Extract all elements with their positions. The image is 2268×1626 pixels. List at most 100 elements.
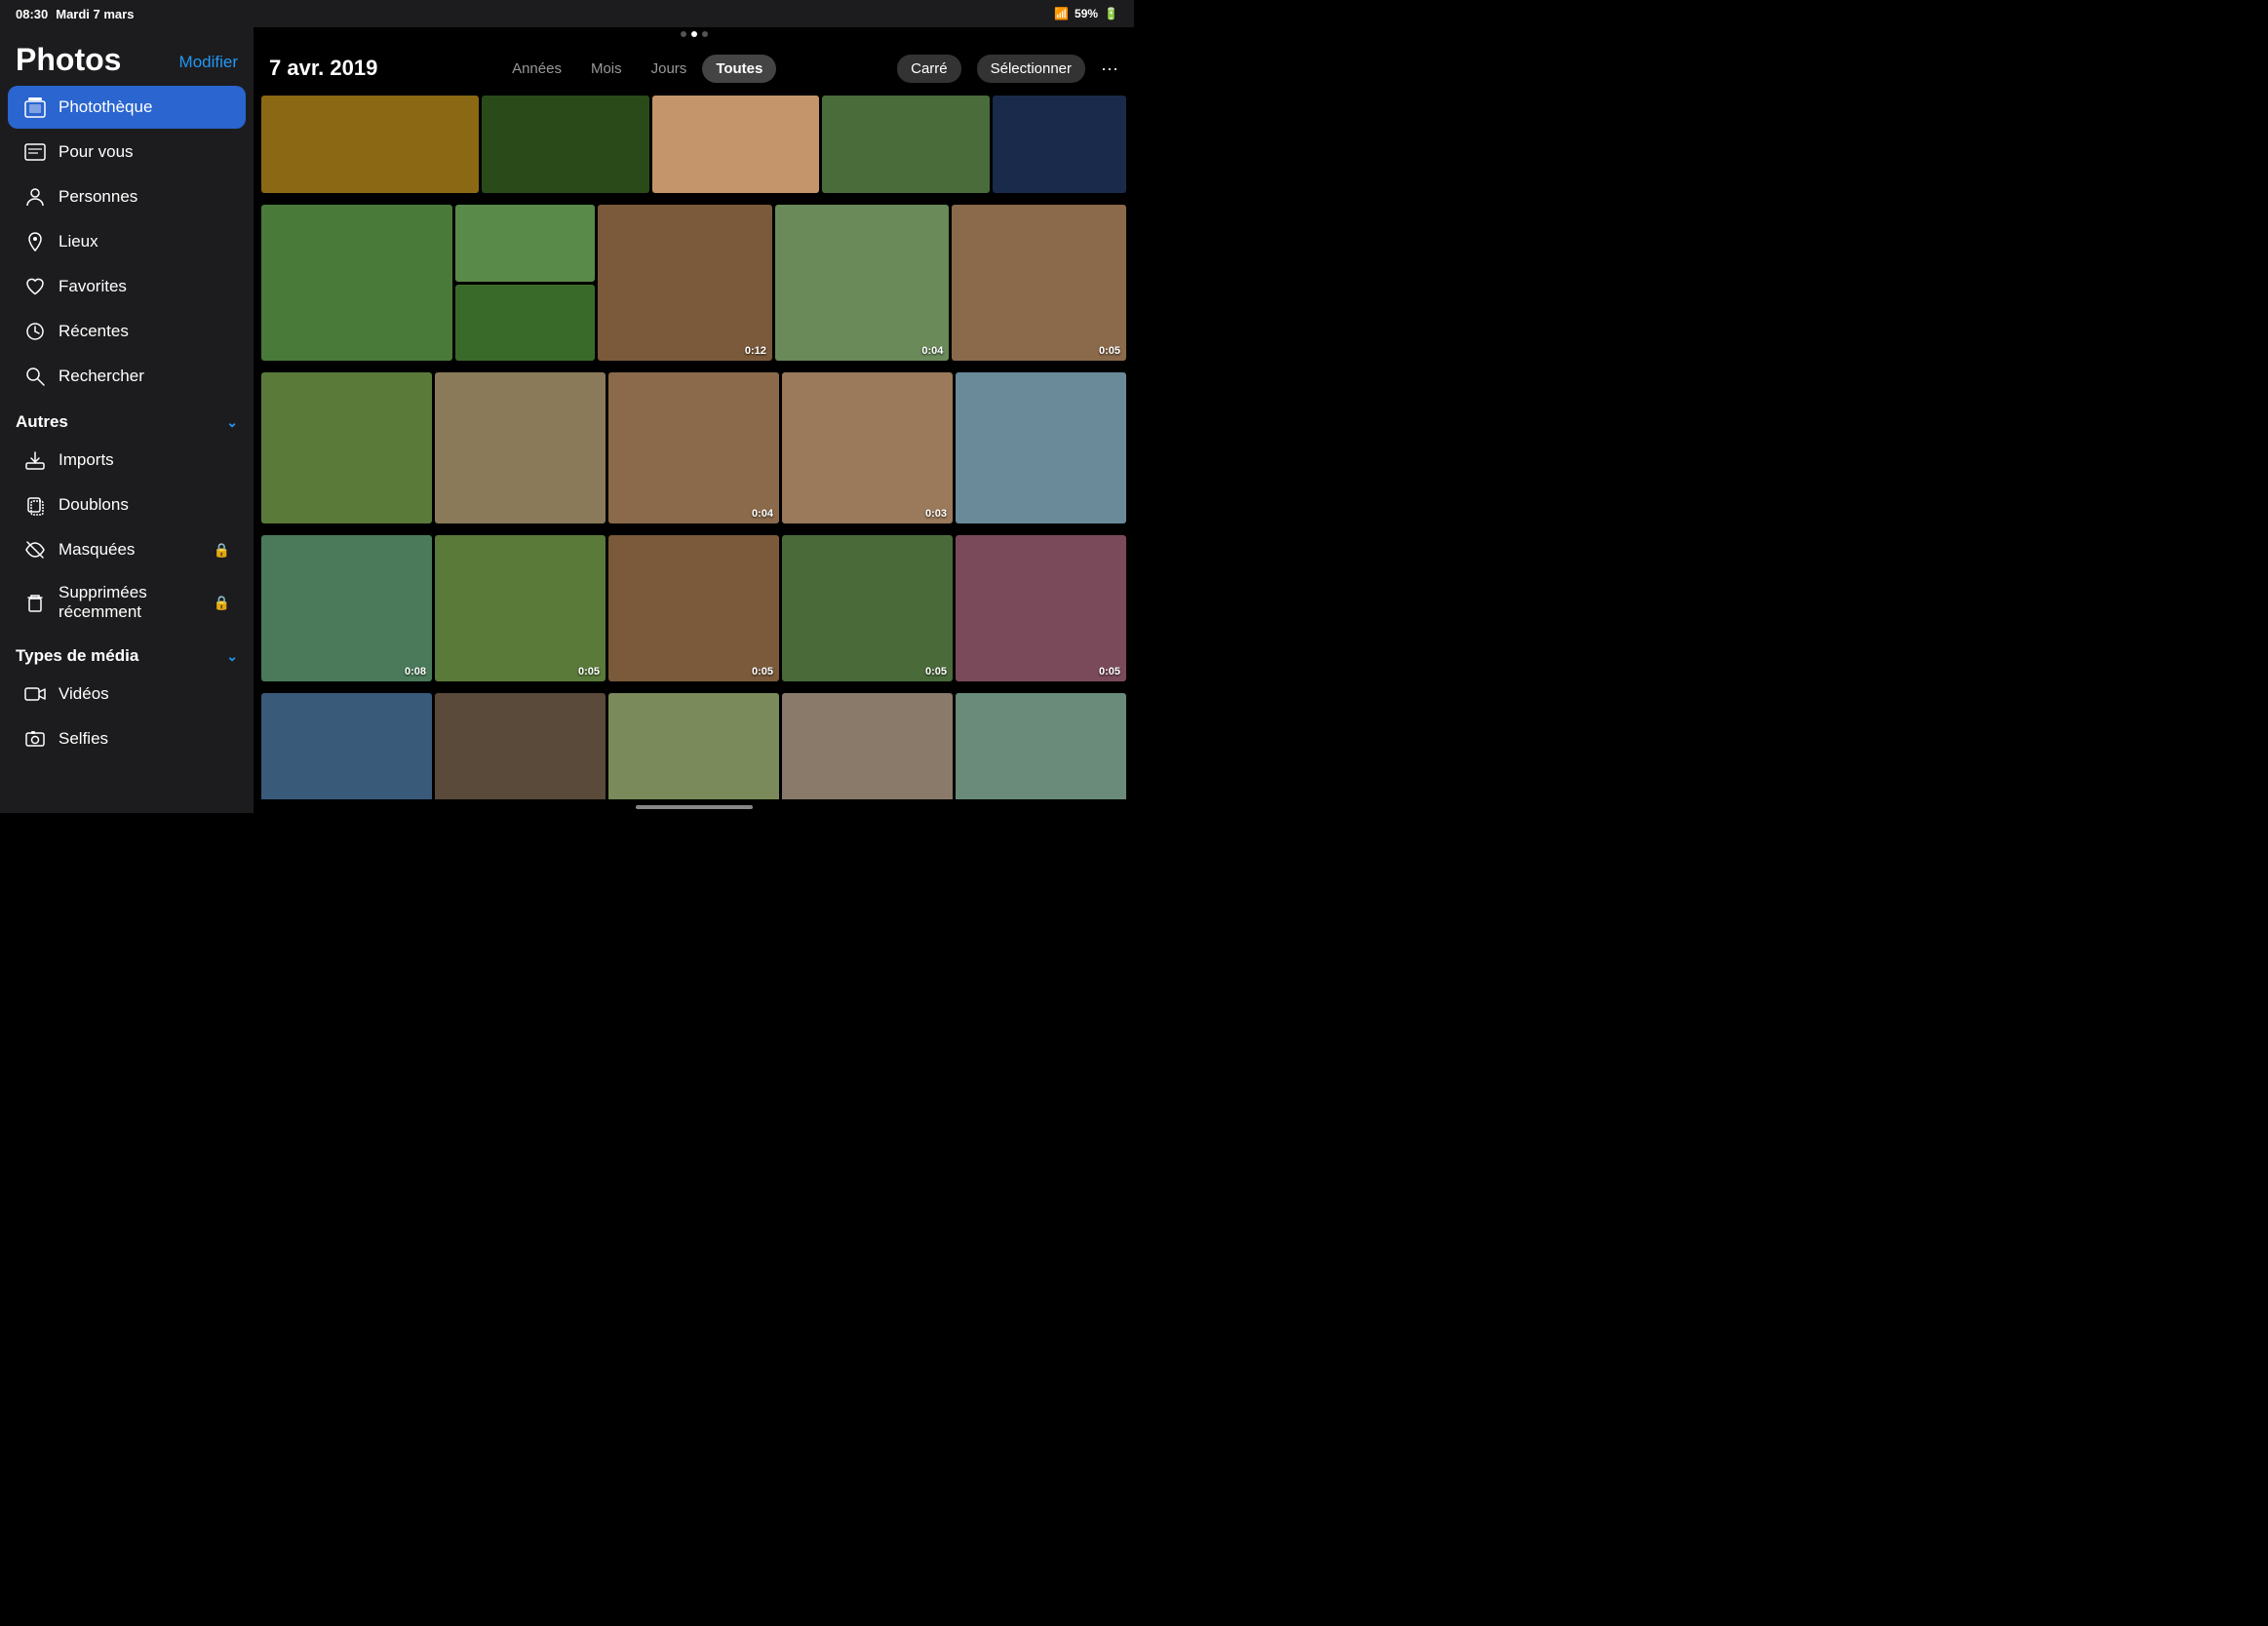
home-indicator	[254, 799, 1134, 813]
video-duration: 0:05	[1099, 666, 1120, 678]
sidebar-item-doublons[interactable]: Doublons	[8, 484, 246, 526]
main-content: 7 avr. 2019 Années Mois Jours Toutes Car…	[254, 27, 1134, 813]
pour-vous-icon	[23, 140, 47, 164]
tab-toutes[interactable]: Toutes	[702, 55, 776, 83]
list-item[interactable]: 0:06	[782, 693, 953, 799]
dot2	[691, 31, 697, 37]
section-autres-label: Autres	[16, 412, 68, 432]
dot1	[681, 31, 686, 37]
top-strip-row	[261, 96, 1126, 193]
tab-jours[interactable]: Jours	[638, 55, 701, 83]
section-types-media: Types de média ⌄	[0, 633, 254, 672]
battery-text: 59%	[1075, 7, 1098, 20]
video-duration: 0:05	[925, 666, 947, 678]
list-item[interactable]	[261, 205, 452, 361]
list-item[interactable]	[956, 693, 1126, 799]
list-item[interactable]: 0:05	[608, 693, 779, 799]
favorites-icon	[23, 275, 47, 298]
sidebar-item-imports[interactable]: Imports	[8, 439, 246, 482]
list-item[interactable]	[435, 693, 606, 799]
status-bar: 08:30 Mardi 7 mars 📶 59% 🔋	[0, 0, 1134, 27]
list-item[interactable]	[435, 372, 606, 523]
pour-vous-label: Pour vous	[59, 142, 134, 162]
selfi-label: Selfies	[59, 729, 108, 749]
sidebar-item-rechercher[interactable]: Rechercher	[8, 355, 246, 398]
list-item[interactable]: 0:05	[435, 535, 606, 681]
list-item[interactable]: 0:08	[261, 535, 432, 681]
selfi-icon	[23, 727, 47, 751]
list-item[interactable]	[455, 285, 595, 362]
recentes-icon	[23, 320, 47, 343]
home-indicator-bar	[636, 805, 753, 809]
tab-annees[interactable]: Années	[498, 55, 575, 83]
bibliotheque-icon	[23, 96, 47, 119]
list-item[interactable]	[822, 96, 990, 193]
modifier-button[interactable]: Modifier	[179, 53, 238, 72]
list-item[interactable]	[993, 96, 1126, 193]
list-item[interactable]: 0:12	[598, 205, 772, 361]
dot3	[702, 31, 708, 37]
list-item[interactable]: 0:03	[782, 372, 953, 523]
top-bar-actions: Carré Sélectionner ···	[897, 55, 1118, 83]
list-item[interactable]: 0:04	[775, 205, 950, 361]
list-item[interactable]: 0:05	[952, 205, 1126, 361]
masquees-icon	[23, 538, 47, 561]
carre-button[interactable]: Carré	[897, 55, 961, 83]
sidebar-item-videos[interactable]: Vidéos	[8, 673, 246, 716]
sidebar: Photos Modifier Photothèque	[0, 27, 254, 813]
photo-row-3: 0:04 0:03	[261, 372, 1126, 523]
list-item[interactable]	[261, 372, 432, 523]
masquees-label: Masquées	[59, 540, 135, 560]
status-left: 08:30 Mardi 7 mars	[16, 7, 134, 21]
bibliotheque-label: Photothèque	[59, 97, 152, 117]
personnes-icon	[23, 185, 47, 209]
video-duration: 0:05	[752, 666, 773, 678]
more-options-button[interactable]: ···	[1101, 58, 1118, 79]
imports-icon	[23, 448, 47, 472]
wifi-icon: 📶	[1054, 7, 1069, 20]
list-item[interactable]	[261, 96, 479, 193]
photo-row-2: 0:12 0:04 0:05	[261, 205, 1126, 361]
rechercher-icon	[23, 365, 47, 388]
sidebar-item-masquees[interactable]: Masquées 🔒	[8, 528, 246, 571]
lock-icon: 🔒	[214, 542, 230, 559]
video-duration: 0:04	[921, 345, 943, 357]
list-item[interactable]: 0:05	[956, 535, 1126, 681]
personnes-label: Personnes	[59, 187, 137, 207]
lieux-label: Lieux	[59, 232, 98, 252]
video-duration: 0:05	[1099, 345, 1120, 357]
list-item[interactable]	[482, 96, 649, 193]
list-item[interactable]: 0:05	[782, 535, 953, 681]
tab-mois[interactable]: Mois	[577, 55, 636, 83]
videos-icon	[23, 682, 47, 706]
selectionner-button[interactable]: Sélectionner	[977, 55, 1085, 83]
list-item[interactable]	[652, 96, 820, 193]
video-duration: 0:12	[745, 345, 766, 357]
view-tabs: Années Mois Jours Toutes	[498, 55, 776, 83]
list-item[interactable]: 0:06	[261, 693, 432, 799]
video-duration: 0:04	[752, 508, 773, 520]
lock2-icon: 🔒	[214, 595, 230, 611]
sidebar-item-pour-vous[interactable]: Pour vous	[8, 131, 246, 174]
sidebar-item-personnes[interactable]: Personnes	[8, 175, 246, 218]
recentes-label: Récentes	[59, 322, 129, 341]
sidebar-item-recentes[interactable]: Récentes	[8, 310, 246, 353]
top-bar: 7 avr. 2019 Années Mois Jours Toutes Car…	[254, 41, 1134, 96]
chevron-down-icon[interactable]: ⌄	[226, 414, 238, 431]
chevron-down2-icon[interactable]: ⌄	[226, 648, 238, 665]
sidebar-item-favorites[interactable]: Favorites	[8, 265, 246, 308]
sidebar-header: Photos Modifier	[0, 39, 254, 85]
videos-label: Vidéos	[59, 684, 109, 704]
photo-row-4: 0:08 0:05 0:05 0:05 0:05	[261, 535, 1126, 681]
sidebar-item-bibliotheque[interactable]: Photothèque	[8, 86, 246, 129]
section-types-label: Types de média	[16, 646, 138, 666]
list-item[interactable]	[455, 205, 595, 282]
imports-label: Imports	[59, 450, 114, 470]
list-item[interactable]	[956, 372, 1126, 523]
sidebar-item-supprimees[interactable]: Suppriméesrécemment 🔒	[8, 573, 246, 632]
sidebar-item-lieux[interactable]: Lieux	[8, 220, 246, 263]
sidebar-item-selfi[interactable]: Selfies	[8, 717, 246, 760]
list-item[interactable]: 0:05	[608, 535, 779, 681]
status-time: 08:30	[16, 7, 48, 21]
list-item[interactable]: 0:04	[608, 372, 779, 523]
